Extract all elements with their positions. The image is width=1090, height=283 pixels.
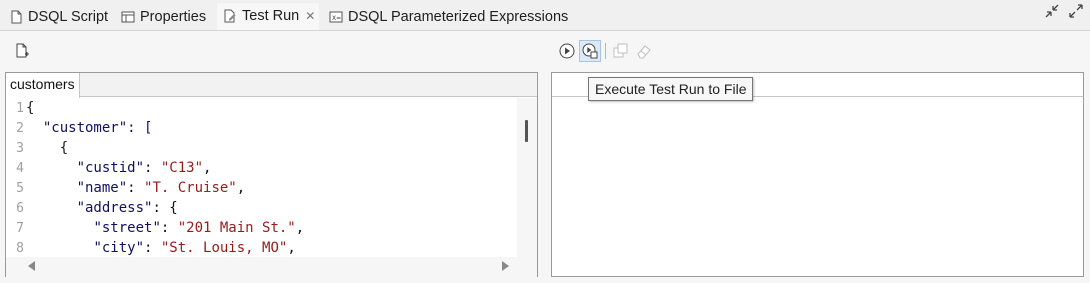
code-text: "name": "T. Cruise", <box>76 180 246 196</box>
scroll-right-icon[interactable] <box>502 261 509 271</box>
code-line: 3 { <box>6 138 68 158</box>
horizontal-scrollbar[interactable] <box>6 257 517 277</box>
edit-document-icon <box>223 9 237 23</box>
run-to-file-icon[interactable] <box>579 40 601 62</box>
svg-text:X=: X= <box>332 15 341 22</box>
line-number: 3 <box>16 141 24 156</box>
eraser-icon[interactable] <box>635 42 653 60</box>
tab-dsql-parameterized-expressions[interactable]: X= DSQL Parameterized Expressions <box>323 3 574 30</box>
input-panel: customers 1{ 2 "customer": [ 3 { 4 "cust… <box>5 72 538 277</box>
copy-icon[interactable] <box>612 42 630 60</box>
line-number: 8 <box>16 241 24 256</box>
tooltip: Execute Test Run to File <box>588 77 754 101</box>
line-number: 4 <box>16 161 24 176</box>
minimize-icon[interactable] <box>1044 3 1060 22</box>
line-number: 5 <box>16 181 24 196</box>
tab-test-run[interactable]: Test Run ✕ <box>217 3 319 30</box>
code-text: "street": "201 Main St.", <box>93 220 305 236</box>
code-text: "customer": [ <box>26 120 153 136</box>
code-line: 5 "name": "T. Cruise", <box>6 178 245 198</box>
code-line: 7 "street": "201 Main St.", <box>6 218 304 238</box>
close-icon[interactable]: ✕ <box>305 9 315 23</box>
scrollbar-thumb[interactable] <box>525 120 528 142</box>
tab-label: DSQL Script <box>28 8 109 25</box>
line-number: 7 <box>16 221 24 236</box>
tab-label: Test Run <box>242 7 300 24</box>
expression-icon: X= <box>329 10 343 24</box>
code-line: 2 "customer": [ <box>6 118 152 138</box>
code-line: 8 "city": "St. Louis, MO", <box>6 238 296 258</box>
line-number: 6 <box>16 201 24 216</box>
toolbar <box>0 31 1090 71</box>
json-editor[interactable]: 1{ 2 "customer": [ 3 { 4 "custid": "C13"… <box>6 98 517 258</box>
scrollbar-corner <box>517 257 537 277</box>
document-icon <box>9 10 23 24</box>
input-tab-strip: customers <box>6 73 537 98</box>
tab-label: DSQL Parameterized Expressions <box>348 8 569 25</box>
window-controls <box>1044 3 1084 22</box>
vertical-scrollbar[interactable] <box>517 98 537 258</box>
tab-label: Properties <box>140 8 207 25</box>
code-text: { <box>26 100 35 116</box>
code-text: { <box>26 140 69 156</box>
scroll-left-icon[interactable] <box>28 261 35 271</box>
code-line: 1{ <box>6 98 34 118</box>
toolbar-separator <box>605 43 606 59</box>
maximize-icon[interactable] <box>1068 3 1084 22</box>
line-number: 1 <box>16 101 24 116</box>
play-icon[interactable] <box>558 42 576 60</box>
editor-tab-bar: DSQL Script Properties Test Run ✕ X= DSQ… <box>0 0 1090 31</box>
code-line: 6 "address": { <box>6 198 178 218</box>
code-text: "address": { <box>76 200 178 216</box>
tab-label: customers <box>10 76 75 92</box>
tab-properties[interactable]: Properties <box>115 3 212 30</box>
tab-customers[interactable]: customers <box>6 73 80 98</box>
line-number: 2 <box>16 121 24 136</box>
table-icon <box>121 10 135 24</box>
code-text: "city": "St. Louis, MO", <box>93 240 296 256</box>
new-file-icon[interactable] <box>13 42 31 60</box>
output-panel <box>551 72 1084 277</box>
code-text: "custid": "C13", <box>76 160 212 176</box>
test-run-view: DSQL Script Properties Test Run ✕ X= DSQ… <box>0 0 1090 283</box>
code-line: 4 "custid": "C13", <box>6 158 211 178</box>
tab-dsql-script[interactable]: DSQL Script <box>3 3 114 30</box>
